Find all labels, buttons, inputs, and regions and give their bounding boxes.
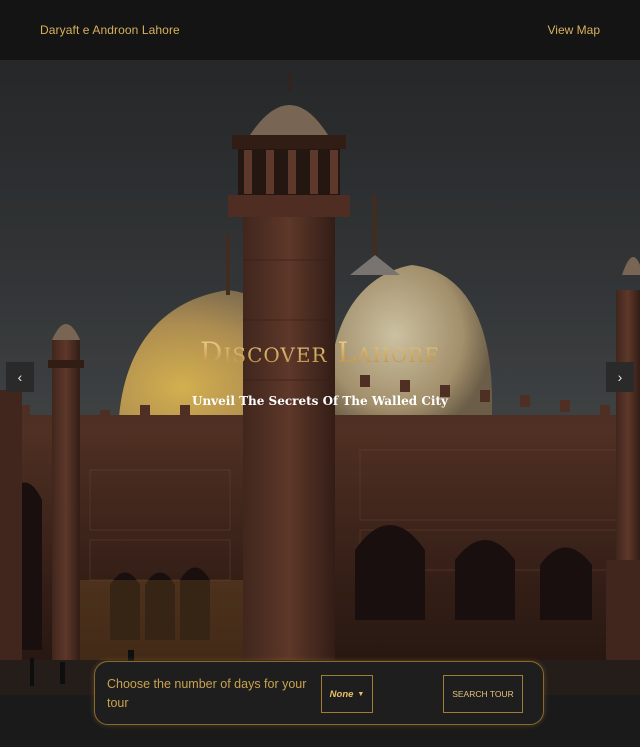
hero-title: Discover Lahore xyxy=(0,336,640,369)
tour-days-label: Choose the number of days for your tour xyxy=(107,677,307,710)
search-tour-button[interactable]: SEARCH TOUR xyxy=(443,675,523,713)
brand-link[interactable]: Daryaft e Androon Lahore xyxy=(40,23,180,37)
tour-search-panel: Choose the number of days for your tour … xyxy=(94,661,544,725)
view-map-link[interactable]: View Map xyxy=(548,23,600,37)
days-select[interactable]: None ▼ xyxy=(321,675,373,713)
carousel-next-button[interactable]: › xyxy=(606,362,634,392)
days-select-value: None xyxy=(329,688,354,700)
mosque-image xyxy=(0,60,640,695)
hero-subtitle: Unveil The Secrets Of The Walled City xyxy=(191,394,448,408)
chevron-right-icon: › xyxy=(617,369,623,385)
chevron-left-icon: ‹ xyxy=(17,369,23,385)
hero-carousel: Discover Lahore Unveil The Secrets Of Th… xyxy=(0,60,640,695)
carousel-prev-button[interactable]: ‹ xyxy=(6,362,34,392)
top-navbar: Daryaft e Androon Lahore View Map xyxy=(0,0,640,60)
caret-down-icon: ▼ xyxy=(357,690,365,698)
